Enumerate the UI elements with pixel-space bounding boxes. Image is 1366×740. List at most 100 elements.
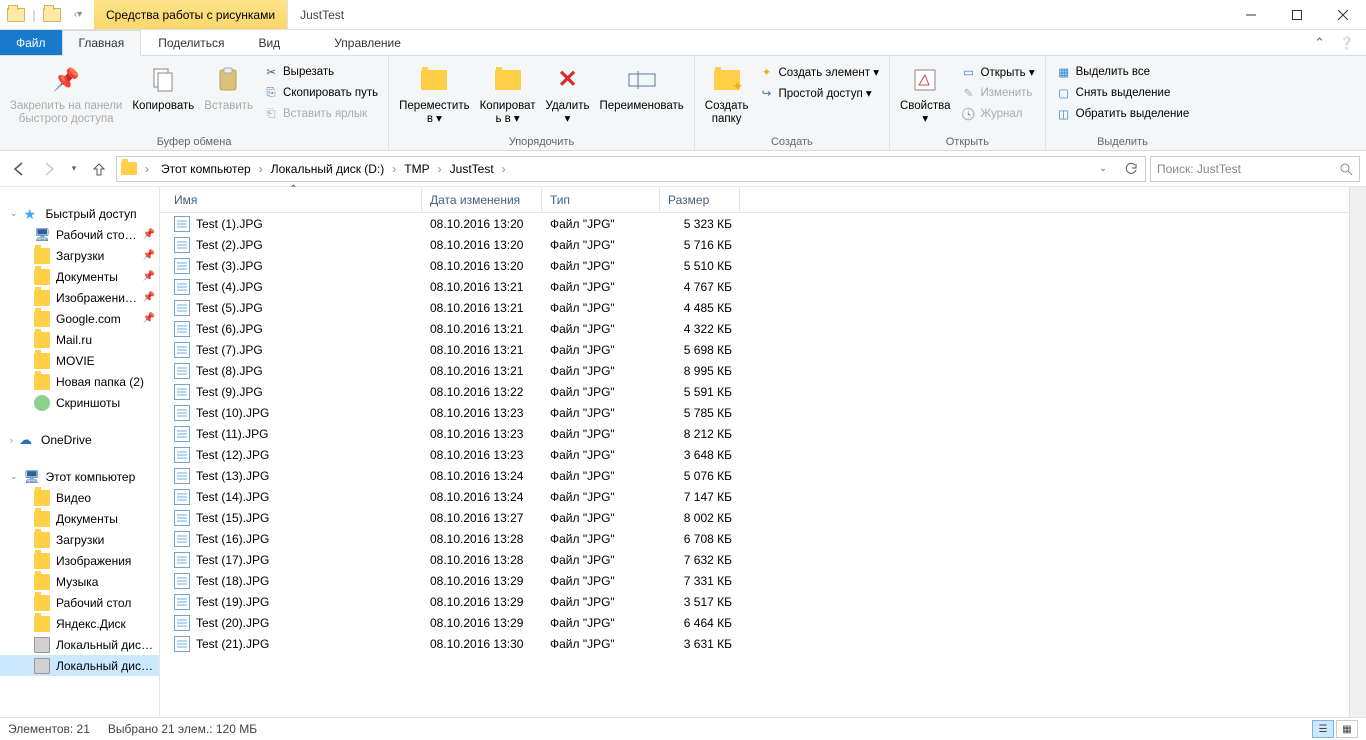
nav-item[interactable]: Google.com📌 <box>0 308 159 329</box>
qat-new-folder-icon[interactable] <box>40 3 64 27</box>
file-row[interactable]: Test (12).JPG08.10.2016 13:23Файл "JPG"3… <box>160 444 1349 465</box>
column-date[interactable]: Дата изменения <box>422 187 542 212</box>
edit-button[interactable]: ✎Изменить <box>957 83 1039 103</box>
address-dropdown-button[interactable]: ⌄ <box>1091 163 1115 174</box>
nav-item[interactable]: Локальный дис… <box>0 634 159 655</box>
cut-button[interactable]: ✂Вырезать <box>259 62 382 82</box>
nav-item[interactable]: Mail.ru <box>0 329 159 350</box>
nav-this-pc[interactable]: ⌄ 🖥 Этот компьютер <box>0 466 159 487</box>
easy-access-button[interactable]: ↪Простой доступ ▾ <box>754 83 883 103</box>
qat-customize-icon[interactable]: ‹▾ <box>66 3 90 27</box>
search-input[interactable]: Поиск: JustTest <box>1150 156 1360 182</box>
new-folder-button[interactable]: ✦ Создать папку <box>701 60 753 127</box>
file-row[interactable]: Test (11).JPG08.10.2016 13:23Файл "JPG"8… <box>160 423 1349 444</box>
details-view-button[interactable]: ☰ <box>1312 720 1334 738</box>
refresh-button[interactable] <box>1119 162 1143 176</box>
file-row[interactable]: Test (10).JPG08.10.2016 13:23Файл "JPG"5… <box>160 402 1349 423</box>
tab-view[interactable]: Вид <box>241 30 297 55</box>
breadcrumb-item[interactable]: Этот компьютер <box>155 157 257 181</box>
move-to-button[interactable]: Переместить в ▾ <box>395 60 473 127</box>
file-row[interactable]: Test (7).JPG08.10.2016 13:21Файл "JPG"5 … <box>160 339 1349 360</box>
history-button[interactable]: 🕓Журнал <box>957 104 1039 124</box>
file-row[interactable]: Test (2).JPG08.10.2016 13:20Файл "JPG"5 … <box>160 234 1349 255</box>
rename-button[interactable]: Переименовать <box>595 60 687 115</box>
breadcrumb-item[interactable]: Локальный диск (D:) <box>265 157 391 181</box>
nav-item[interactable]: Музыка <box>0 571 159 592</box>
nav-item[interactable]: Скриншоты <box>0 392 159 413</box>
breadcrumb-item[interactable]: TMP <box>398 157 435 181</box>
nav-item[interactable]: Загрузки📌 <box>0 245 159 266</box>
nav-quick-access[interactable]: ⌄ ★ Быстрый доступ <box>0 203 159 224</box>
chevron-right-icon[interactable]: › <box>436 162 444 176</box>
tab-share[interactable]: Поделиться <box>141 30 241 55</box>
copy-path-button[interactable]: ⎘Скопировать путь <box>259 83 382 103</box>
back-button[interactable] <box>6 156 32 182</box>
file-row[interactable]: Test (16).JPG08.10.2016 13:28Файл "JPG"6… <box>160 528 1349 549</box>
maximize-button[interactable] <box>1274 0 1320 29</box>
address-box[interactable]: › Этот компьютер›Локальный диск (D:)›TMP… <box>116 156 1146 182</box>
file-row[interactable]: Test (19).JPG08.10.2016 13:29Файл "JPG"3… <box>160 591 1349 612</box>
column-name[interactable]: Имя <box>166 187 422 212</box>
navigation-pane[interactable]: ⌄ ★ Быстрый доступ 🖥Рабочий сто…📌Загрузк… <box>0 187 160 717</box>
chevron-right-icon[interactable]: › <box>390 162 398 176</box>
up-button[interactable] <box>86 156 112 182</box>
pin-to-quick-access-button[interactable]: 📌 Закрепить на панели быстрого доступа <box>6 60 126 127</box>
nav-item[interactable]: Документы <box>0 508 159 529</box>
thumbnails-view-button[interactable]: ▦ <box>1336 720 1358 738</box>
file-row[interactable]: Test (1).JPG08.10.2016 13:20Файл "JPG"5 … <box>160 213 1349 234</box>
nav-item[interactable]: Видео <box>0 487 159 508</box>
select-none-button[interactable]: ▢Снять выделение <box>1052 83 1194 103</box>
nav-item[interactable]: Яндекс.Диск <box>0 613 159 634</box>
nav-item[interactable]: 🖥Рабочий сто…📌 <box>0 224 159 245</box>
nav-item[interactable]: Документы📌 <box>0 266 159 287</box>
file-row[interactable]: Test (9).JPG08.10.2016 13:22Файл "JPG"5 … <box>160 381 1349 402</box>
chevron-right-icon[interactable]: › <box>257 162 265 176</box>
chevron-right-icon[interactable]: › <box>143 162 151 176</box>
select-all-button[interactable]: ▦Выделить все <box>1052 62 1194 82</box>
nav-item[interactable]: Новая папка (2) <box>0 371 159 392</box>
paste-shortcut-button[interactable]: ⎗Вставить ярлык <box>259 104 382 124</box>
properties-button[interactable]: Свойства ▾ <box>896 60 955 127</box>
file-row[interactable]: Test (4).JPG08.10.2016 13:21Файл "JPG"4 … <box>160 276 1349 297</box>
file-row[interactable]: Test (18).JPG08.10.2016 13:29Файл "JPG"7… <box>160 570 1349 591</box>
file-row[interactable]: Test (13).JPG08.10.2016 13:24Файл "JPG"5… <box>160 465 1349 486</box>
breadcrumb-item[interactable]: JustTest <box>444 157 500 181</box>
file-row[interactable]: Test (15).JPG08.10.2016 13:27Файл "JPG"8… <box>160 507 1349 528</box>
invert-selection-button[interactable]: ◫Обратить выделение <box>1052 104 1194 124</box>
help-icon[interactable]: ❔ <box>1339 36 1354 50</box>
forward-button[interactable] <box>36 156 62 182</box>
file-row[interactable]: Test (20).JPG08.10.2016 13:29Файл "JPG"6… <box>160 612 1349 633</box>
chevron-right-icon[interactable]: › <box>10 435 13 445</box>
qat-properties-icon[interactable] <box>4 3 28 27</box>
ribbon-collapse-icon[interactable]: ⌃ <box>1314 35 1325 51</box>
file-list-body[interactable]: Test (1).JPG08.10.2016 13:20Файл "JPG"5 … <box>160 213 1349 717</box>
column-size[interactable]: Размер <box>660 187 740 212</box>
tab-file[interactable]: Файл <box>0 30 62 55</box>
nav-item[interactable]: Рабочий стол <box>0 592 159 613</box>
paste-button[interactable]: Вставить <box>200 60 257 115</box>
new-item-button[interactable]: ✦Создать элемент ▾ <box>754 62 883 82</box>
open-button[interactable]: ▭Открыть ▾ <box>957 62 1039 82</box>
copy-to-button[interactable]: Копироват ь в ▾ <box>476 60 540 127</box>
nav-item[interactable]: Изображения <box>0 550 159 571</box>
file-row[interactable]: Test (14).JPG08.10.2016 13:24Файл "JPG"7… <box>160 486 1349 507</box>
scrollbar[interactable] <box>1349 187 1366 717</box>
file-row[interactable]: Test (5).JPG08.10.2016 13:21Файл "JPG"4 … <box>160 297 1349 318</box>
tab-manage[interactable]: Управление <box>317 30 418 55</box>
chevron-down-icon[interactable]: ⌄ <box>10 471 18 482</box>
nav-onedrive[interactable]: › ☁ OneDrive <box>0 429 159 450</box>
chevron-down-icon[interactable]: ⌄ <box>10 208 18 219</box>
minimize-button[interactable] <box>1228 0 1274 29</box>
delete-button[interactable]: ✕ Удалить ▾ <box>542 60 594 127</box>
close-button[interactable] <box>1320 0 1366 29</box>
file-row[interactable]: Test (6).JPG08.10.2016 13:21Файл "JPG"4 … <box>160 318 1349 339</box>
nav-item[interactable]: Локальный дис… <box>0 655 159 676</box>
nav-item[interactable]: Изображени…📌 <box>0 287 159 308</box>
file-row[interactable]: Test (3).JPG08.10.2016 13:20Файл "JPG"5 … <box>160 255 1349 276</box>
copy-button[interactable]: Копировать <box>128 60 198 115</box>
file-row[interactable]: Test (17).JPG08.10.2016 13:28Файл "JPG"7… <box>160 549 1349 570</box>
file-row[interactable]: Test (8).JPG08.10.2016 13:21Файл "JPG"8 … <box>160 360 1349 381</box>
nav-item[interactable]: Загрузки <box>0 529 159 550</box>
file-row[interactable]: Test (21).JPG08.10.2016 13:30Файл "JPG"3… <box>160 633 1349 654</box>
column-type[interactable]: Тип <box>542 187 660 212</box>
